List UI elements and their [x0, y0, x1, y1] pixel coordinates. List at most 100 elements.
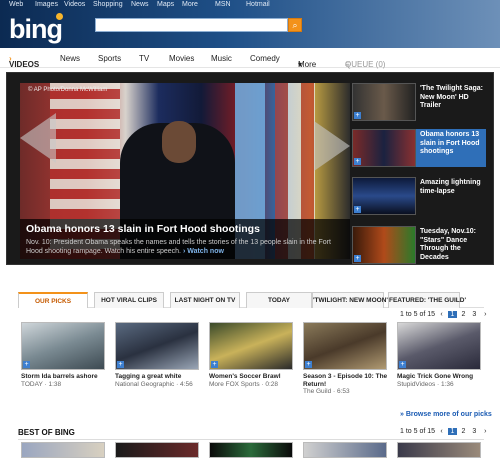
featured-caption: Obama honors 13 slain in Fort Hood shoot… [20, 219, 350, 259]
side-video-item[interactable]: + 'The Twilight Saga: New Moon' HD Trail… [352, 83, 486, 121]
topnav-msn[interactable]: MSN [215, 1, 231, 8]
video-title[interactable]: Tagging a great white [115, 373, 201, 381]
tab-our-picks[interactable]: OUR PICKS [18, 292, 88, 308]
pager-next-icon[interactable]: › [481, 311, 490, 318]
best-of-bing-heading: BEST OF BING [18, 428, 75, 437]
logo-text: bing [9, 14, 63, 44]
video-card[interactable]: + Storm Ida barrels ashore TODAY · 1:38 [21, 322, 105, 392]
topnav-more[interactable]: More [182, 1, 198, 8]
add-to-queue-icon[interactable]: + [354, 255, 361, 262]
side-video-title: Amazing lightning time-lapse [420, 179, 481, 195]
pager-page[interactable]: 3 [470, 311, 479, 318]
subnav-sports[interactable]: Sports [98, 54, 121, 63]
add-to-queue-icon[interactable]: + [354, 158, 361, 165]
video-card-text: Storm Ida barrels ashore TODAY · 1:38 [21, 373, 107, 388]
pager-page[interactable]: 1 [447, 428, 457, 435]
video-card-text: Tagging a great white National Geographic… [115, 373, 201, 388]
subnav-comedy[interactable]: Comedy [250, 54, 280, 63]
pager-prev-icon[interactable]: ‹ [437, 428, 446, 435]
subnav-music[interactable]: Music [211, 54, 232, 63]
chevron-down-icon: ▾ [298, 60, 303, 69]
featured-video-thumbnail[interactable]: © AP Photo/Donna McWilliam Obama honors … [20, 83, 350, 259]
featured-player: © AP Photo/Donna McWilliam Obama honors … [6, 72, 494, 265]
pagination-best: 1 to 5 of 15 ‹ 1 2 3 › [400, 428, 490, 435]
video-thumbnail[interactable] [21, 442, 105, 458]
side-video-title: 'The Twilight Saga: New Moon' HD Trailer [420, 85, 483, 109]
topnav-news[interactable]: News [131, 1, 149, 8]
video-title[interactable]: Women's Soccer Brawl [209, 373, 295, 381]
pager-prev-icon[interactable]: ‹ [437, 311, 446, 318]
video-card-text: Women's Soccer Brawl More FOX Sports · 0:… [209, 373, 295, 388]
video-thumbnail[interactable] [303, 442, 387, 458]
topnav-web[interactable]: Web [9, 1, 23, 8]
video-thumbnail[interactable] [209, 442, 293, 458]
add-to-queue-icon[interactable]: + [117, 361, 124, 368]
video-thumbnail[interactable] [397, 442, 481, 458]
video-card[interactable]: + Season 3 - Episode 10: The Return! The … [303, 322, 387, 395]
video-thumbnail[interactable]: + [397, 322, 481, 370]
video-card-text: Season 3 - Episode 10: The Return! The Gu… [303, 373, 389, 396]
video-thumbnail[interactable] [115, 442, 199, 458]
video-title[interactable]: Magic Trick Gone Wrong [397, 373, 483, 381]
video-thumbnail[interactable]: + [303, 322, 387, 370]
add-to-queue-icon[interactable]: + [211, 361, 218, 368]
video-card[interactable]: + Magic Trick Gone Wrong StupidVideos · 1… [397, 322, 481, 392]
tab-featured-the-guild[interactable]: FEATURED: 'THE GUILD' [388, 292, 466, 308]
topnav-images[interactable]: Images [35, 1, 58, 8]
subnav-news[interactable]: News [60, 54, 80, 63]
side-video-item-selected[interactable]: + Obama honors 13 slain in Fort Hood sho… [352, 129, 486, 167]
photo-credit: © AP Photo/Donna McWilliam [28, 87, 108, 93]
videos-label: VIDEOS [9, 60, 40, 69]
video-meta: The Guild · 6:53 [303, 388, 350, 395]
side-video-item[interactable]: + Amazing lightning time-lapse [352, 177, 486, 215]
videos-home-link[interactable]: VIDEOS › [9, 54, 39, 69]
video-card[interactable]: + Women's Soccer Brawl More FOX Sports · … [209, 322, 293, 392]
video-thumbnail[interactable]: + [115, 322, 199, 370]
subnav-movies[interactable]: Movies [169, 54, 194, 63]
topnav-shopping[interactable]: Shopping [93, 1, 123, 8]
add-to-queue-icon[interactable]: + [399, 361, 406, 368]
subnav-tv[interactable]: TV [139, 54, 149, 63]
add-to-queue-icon[interactable]: + [354, 112, 361, 119]
video-card[interactable]: + Tagging a great white National Geograph… [115, 322, 199, 392]
tab-last-night-on-tv[interactable]: LAST NIGHT ON TV [170, 292, 240, 308]
browse-more-link[interactable]: » Browse more of our picks [400, 411, 492, 418]
video-title[interactable]: Season 3 - Episode 10: The Return! [303, 373, 389, 388]
tab-hot-viral-clips[interactable]: HOT VIRAL CLIPS [94, 292, 164, 308]
side-video-title: Obama honors 13 slain in Fort Hood shoot… [420, 131, 480, 155]
topnav-hotmail[interactable]: Hotmail [246, 1, 270, 8]
pager-next-icon[interactable]: › [481, 428, 490, 435]
add-to-queue-icon[interactable]: + [354, 206, 361, 213]
video-meta: More FOX Sports · 0:28 [209, 380, 278, 388]
add-to-queue-icon[interactable]: + [23, 361, 30, 368]
previous-arrow-icon[interactable] [20, 113, 56, 163]
side-thumbnail: + [352, 129, 416, 167]
watch-now-link[interactable]: › Watch now [183, 248, 224, 255]
topnav-videos[interactable]: Videos [64, 1, 85, 8]
video-thumbnail[interactable]: + [21, 322, 105, 370]
video-title[interactable]: Storm Ida barrels ashore [21, 373, 107, 381]
category-tabs: OUR PICKS HOT VIRAL CLIPS LAST NIGHT ON … [18, 292, 484, 308]
side-video-item[interactable]: + Tuesday, Nov.10: "Stars" Dance Through… [352, 226, 486, 264]
video-card-text: Magic Trick Gone Wrong StupidVideos · 1:3… [397, 373, 483, 388]
pagination: 1 to 5 of 15 ‹ 1 2 3 › [400, 311, 490, 318]
video-thumbnail[interactable]: + [209, 322, 293, 370]
tab-twilight-new-moon[interactable]: 'TWILIGHT: NEW MOON' [312, 292, 388, 308]
video-subnav: VIDEOS › News Sports TV Movies Music Com… [0, 48, 500, 69]
tab-today[interactable]: TODAY [246, 292, 312, 308]
add-to-queue-icon[interactable]: + [305, 361, 312, 368]
pager-page[interactable]: 1 [447, 311, 457, 318]
pager-page[interactable]: 2 [459, 311, 468, 318]
side-thumbnail: + [352, 226, 416, 264]
side-thumbnail: + [352, 177, 416, 215]
pager-page[interactable]: 3 [470, 428, 479, 435]
featured-title[interactable]: Obama honors 13 slain in Fort Hood shoot… [26, 223, 344, 235]
search-button[interactable]: ⌕ [288, 18, 302, 32]
pager-page[interactable]: 2 [459, 428, 468, 435]
queue-label: QUEUE (0) [345, 60, 386, 69]
topnav-maps[interactable]: Maps [157, 1, 174, 8]
bing-logo[interactable]: bing [9, 13, 63, 45]
next-arrow-icon[interactable] [314, 121, 350, 171]
speaker-head [162, 121, 196, 163]
search-input[interactable] [95, 18, 288, 32]
